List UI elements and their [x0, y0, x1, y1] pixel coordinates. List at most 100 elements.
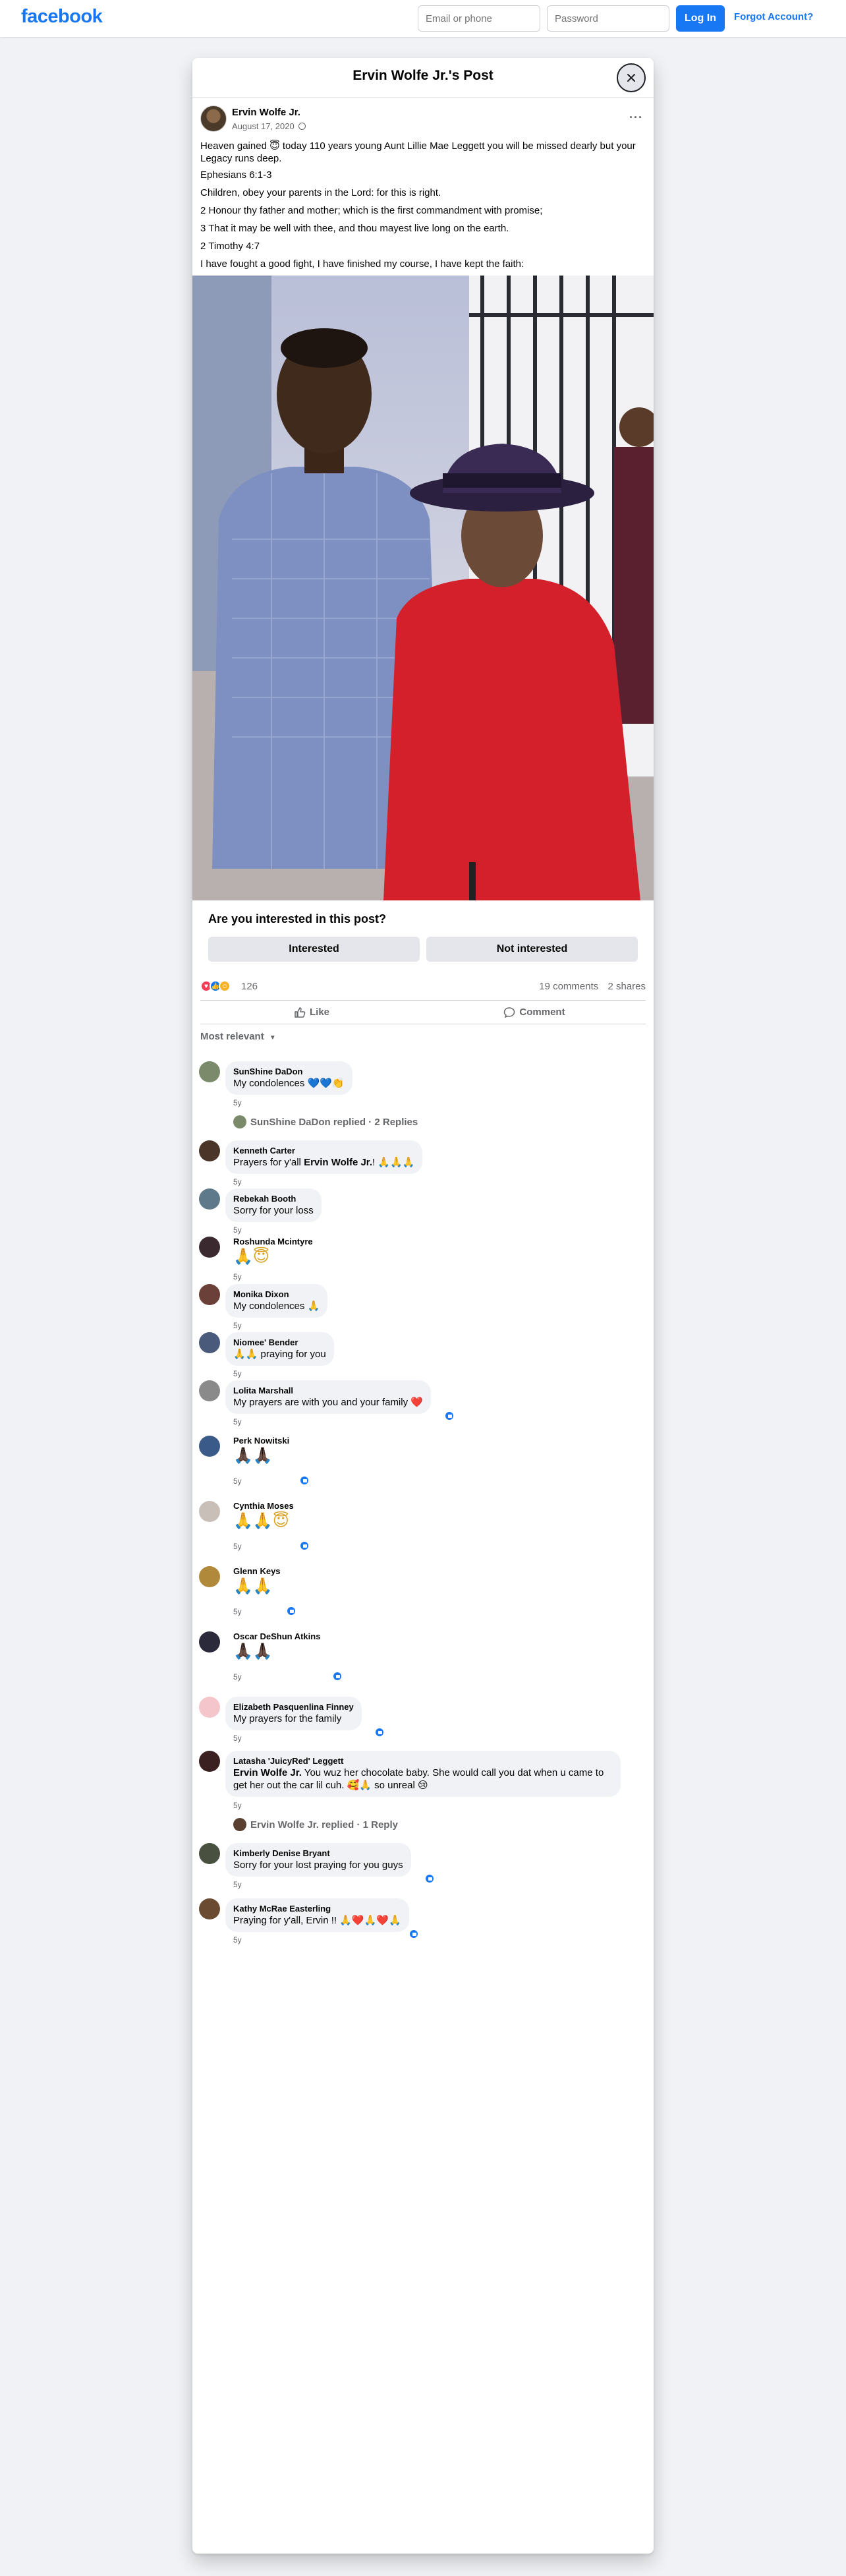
commenter-avatar[interactable] — [199, 1697, 220, 1718]
commenter-avatar[interactable] — [199, 1237, 220, 1258]
commenter-name[interactable]: Latasha 'JuicyRed' Leggett — [233, 1756, 613, 1767]
more-options-button[interactable]: ··· — [629, 111, 643, 125]
comment-time[interactable]: 5y — [233, 1477, 242, 1486]
commenter-avatar[interactable] — [199, 1566, 220, 1587]
facebook-logo[interactable]: facebook — [21, 6, 103, 28]
comment-time[interactable]: 5y — [233, 1734, 242, 1743]
commenter-name[interactable]: Kimberly Denise Bryant — [233, 1848, 403, 1859]
reaction-count[interactable]: 126 — [241, 981, 258, 992]
login-button[interactable]: Log In — [676, 5, 725, 32]
commenter-avatar[interactable] — [199, 1380, 220, 1401]
post-paragraph: 3 That it may be well with thee, and tho… — [200, 223, 509, 234]
comment-bubble: Rebekah Booth Sorry for your loss — [225, 1188, 322, 1222]
comment-like-icon[interactable] — [332, 1671, 343, 1682]
post-date-text: August 17, 2020 — [232, 121, 295, 131]
email-field[interactable] — [418, 5, 540, 32]
comment-text: 🙏🙏 — [233, 1577, 273, 1595]
author-name[interactable]: Ervin Wolfe Jr. — [232, 107, 300, 118]
commenter-avatar[interactable] — [199, 1501, 220, 1522]
reaction-icons[interactable]: ♥ 👍 ☺ — [200, 980, 231, 992]
commenter-name[interactable]: Oscar DeShun Atkins — [233, 1631, 320, 1642]
comment-time[interactable]: 5y — [233, 1880, 242, 1889]
comment-like-icon[interactable] — [424, 1873, 435, 1884]
commenter-name[interactable]: Roshunda Mcintyre — [233, 1237, 313, 1247]
comment-time[interactable]: 5y — [233, 1607, 242, 1616]
commenter-name[interactable]: Perk Nowitski — [233, 1436, 289, 1446]
commenter-name[interactable]: Glenn Keys — [233, 1566, 281, 1577]
commenter-name[interactable]: Elizabeth Pasquenlina Finney — [233, 1702, 354, 1712]
comment-like-icon[interactable] — [299, 1475, 310, 1486]
dialog-header: Ervin Wolfe Jr.'s Post — [192, 58, 654, 98]
comment-time[interactable]: 5y — [233, 1272, 242, 1281]
commenter-name[interactable]: Niomee' Bender — [233, 1337, 326, 1348]
commenter-name[interactable]: Cynthia Moses — [233, 1501, 294, 1511]
forgot-account-link[interactable]: Forgot Account? — [734, 11, 813, 22]
comment-text: 🙏🙏 praying for you — [233, 1349, 326, 1360]
commenter-name[interactable]: Monika Dixon — [233, 1289, 320, 1300]
chevron-down-icon: ▼ — [269, 1034, 276, 1041]
comment-time[interactable]: 5y — [233, 1225, 242, 1235]
comment-time[interactable]: 5y — [233, 1672, 242, 1682]
comment-bubble: Cynthia Moses 🙏🙏😇 — [233, 1501, 294, 1531]
dialog-title: Ervin Wolfe Jr.'s Post — [352, 68, 494, 83]
comment-text: Prayers for y'all Ervin Wolfe Jr.! 🙏🙏🙏 — [233, 1156, 414, 1169]
commenter-avatar[interactable] — [199, 1843, 220, 1864]
like-button[interactable]: Like — [200, 1001, 423, 1024]
comment-time[interactable]: 5y — [233, 1321, 242, 1330]
commenter-name[interactable]: Lolita Marshall — [233, 1386, 423, 1396]
comment-text: Praying for y'all, Ervin !! 🙏❤️🙏❤️🙏 — [233, 1915, 401, 1926]
comment-like-icon[interactable] — [444, 1411, 455, 1421]
comment-button[interactable]: Comment — [423, 1001, 646, 1024]
comment-time[interactable]: 5y — [233, 1177, 242, 1186]
comment-like-icon[interactable] — [409, 1929, 419, 1939]
commenter-avatar[interactable] — [199, 1140, 220, 1161]
comment-like-icon[interactable] — [374, 1727, 385, 1738]
share-count[interactable]: 2 shares — [607, 981, 646, 992]
not-interested-button[interactable]: Not interested — [426, 937, 638, 962]
comment-time[interactable]: 5y — [233, 1417, 242, 1426]
mention-tag[interactable]: Ervin Wolfe Jr. — [304, 1157, 372, 1168]
password-field[interactable] — [547, 5, 669, 32]
post-date[interactable]: August 17, 2020 — [232, 121, 306, 131]
commenter-avatar[interactable] — [199, 1061, 220, 1082]
comment-count[interactable]: 19 comments — [539, 981, 598, 992]
comment-time[interactable]: 5y — [233, 1542, 242, 1551]
comment-bubble: Kimberly Denise Bryant Sorry for your lo… — [225, 1843, 411, 1877]
sort-dropdown[interactable]: Most relevant ▼ — [200, 1031, 646, 1048]
commenter-name[interactable]: Kathy McRae Easterling — [233, 1904, 401, 1914]
post-paragraph: Heaven gained 😇 today 110 years young Au… — [200, 140, 636, 164]
close-icon — [627, 74, 635, 82]
commenter-name[interactable]: SunShine DaDon — [233, 1067, 345, 1077]
interested-button[interactable]: Interested — [208, 937, 420, 962]
commenter-avatar[interactable] — [199, 1631, 220, 1653]
post-paragraph: Ephesians 6:1-3 — [200, 169, 272, 181]
comment-time[interactable]: 5y — [233, 1935, 242, 1945]
view-replies-link[interactable]: Ervin Wolfe Jr. replied · 1 Reply — [233, 1818, 398, 1831]
post-actions: Like Comment — [200, 1001, 646, 1024]
comment-like-icon[interactable] — [299, 1540, 310, 1551]
comment-time[interactable]: 5y — [233, 1801, 242, 1810]
comment-bubble: Perk Nowitski 🙏🏿🙏🏿 — [233, 1436, 289, 1466]
like-label: Like — [309, 1007, 329, 1018]
comment-bubble: Kenneth Carter Prayers for y'all Ervin W… — [225, 1140, 423, 1174]
comment-text: My condolences 🙏 — [233, 1301, 320, 1312]
commenter-avatar[interactable] — [199, 1751, 220, 1772]
post-photo[interactable] — [192, 276, 654, 900]
commenter-avatar[interactable] — [199, 1188, 220, 1210]
comment-time[interactable]: 5y — [233, 1098, 242, 1107]
comment-bubble: Glenn Keys 🙏🙏 — [233, 1566, 281, 1596]
commenter-avatar[interactable] — [199, 1284, 220, 1305]
commenter-avatar[interactable] — [199, 1898, 220, 1919]
view-replies-link[interactable]: SunShine DaDon replied · 2 Replies — [233, 1115, 418, 1128]
commenter-avatar[interactable] — [199, 1332, 220, 1353]
commenter-avatar[interactable] — [199, 1436, 220, 1457]
mention-tag[interactable]: Ervin Wolfe Jr. — [233, 1767, 302, 1778]
commenter-name[interactable]: Kenneth Carter — [233, 1146, 414, 1156]
close-button[interactable] — [617, 63, 646, 92]
comment-time[interactable]: 5y — [233, 1369, 242, 1378]
comment-text: My prayers for the family — [233, 1713, 342, 1724]
comment-like-icon[interactable] — [286, 1606, 296, 1616]
post-paragraph: I have fought a good fight, I have finis… — [200, 258, 524, 270]
commenter-name[interactable]: Rebekah Booth — [233, 1194, 314, 1204]
author-avatar[interactable] — [200, 105, 227, 132]
